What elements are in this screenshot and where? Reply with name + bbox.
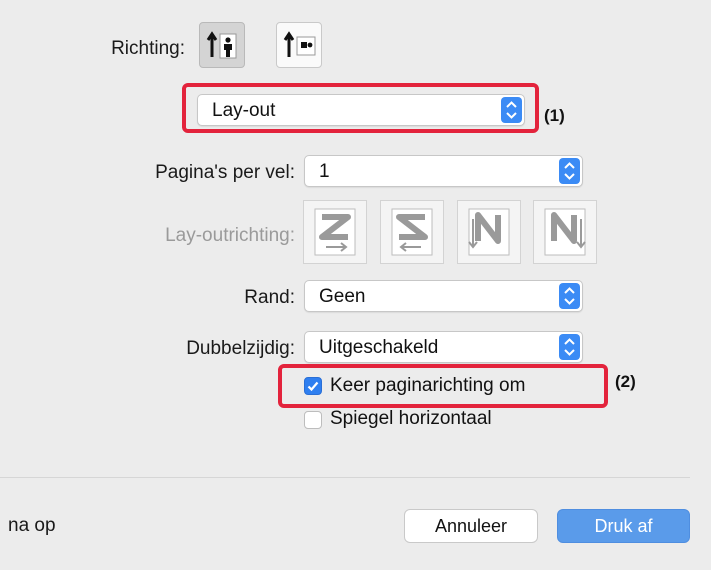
n-direction-icon <box>544 208 586 256</box>
duplex-popup[interactable]: Uitgeschakeld <box>304 331 583 363</box>
popup-arrows-icon <box>559 334 580 360</box>
pages-per-sheet-value: 1 <box>319 161 330 182</box>
pages-per-sheet-label: Pagina's per vel: <box>155 162 295 183</box>
duplex-value: Uitgeschakeld <box>319 337 439 358</box>
s-direction-icon <box>391 208 433 256</box>
direction-option-s[interactable] <box>380 200 444 264</box>
landscape-person-icon <box>283 31 316 57</box>
border-label: Rand: <box>244 287 295 308</box>
highlight-box-2 <box>278 364 608 408</box>
portrait-orientation-button[interactable] <box>199 22 245 68</box>
orientation-label: Richting: <box>111 38 185 59</box>
callout-1: (1) <box>544 106 565 125</box>
direction-option-n[interactable] <box>533 200 597 264</box>
highlight-box-1 <box>182 83 539 133</box>
border-popup[interactable]: Geen <box>304 280 583 312</box>
flip-horizontal-checkbox[interactable] <box>304 411 322 429</box>
layout-direction-label: Lay-outrichting: <box>165 225 295 246</box>
landscape-orientation-button[interactable] <box>276 22 322 68</box>
callout-2: (2) <box>615 372 636 391</box>
popup-arrows-icon <box>559 283 580 309</box>
footer-left-text[interactable]: na op <box>8 515 56 537</box>
border-value: Geen <box>319 286 366 307</box>
cancel-button[interactable]: Annuleer <box>404 509 538 543</box>
portrait-person-icon <box>206 31 237 59</box>
z-direction-icon <box>314 208 356 256</box>
direction-option-z[interactable] <box>303 200 367 264</box>
print-dialog-panel: Richting: Lay-out (1) Pagina's per vel: <box>0 0 711 570</box>
pages-per-sheet-popup[interactable]: 1 <box>304 155 583 187</box>
duplex-label: Dubbelzijdig: <box>186 338 295 359</box>
footer-divider <box>0 477 690 478</box>
flip-horizontal-label[interactable]: Spiegel horizontaal <box>330 408 492 430</box>
print-button[interactable]: Druk af <box>557 509 690 543</box>
reverse-n-direction-icon <box>468 208 510 256</box>
popup-arrows-icon <box>559 158 580 184</box>
direction-option-reverse-n[interactable] <box>457 200 521 264</box>
